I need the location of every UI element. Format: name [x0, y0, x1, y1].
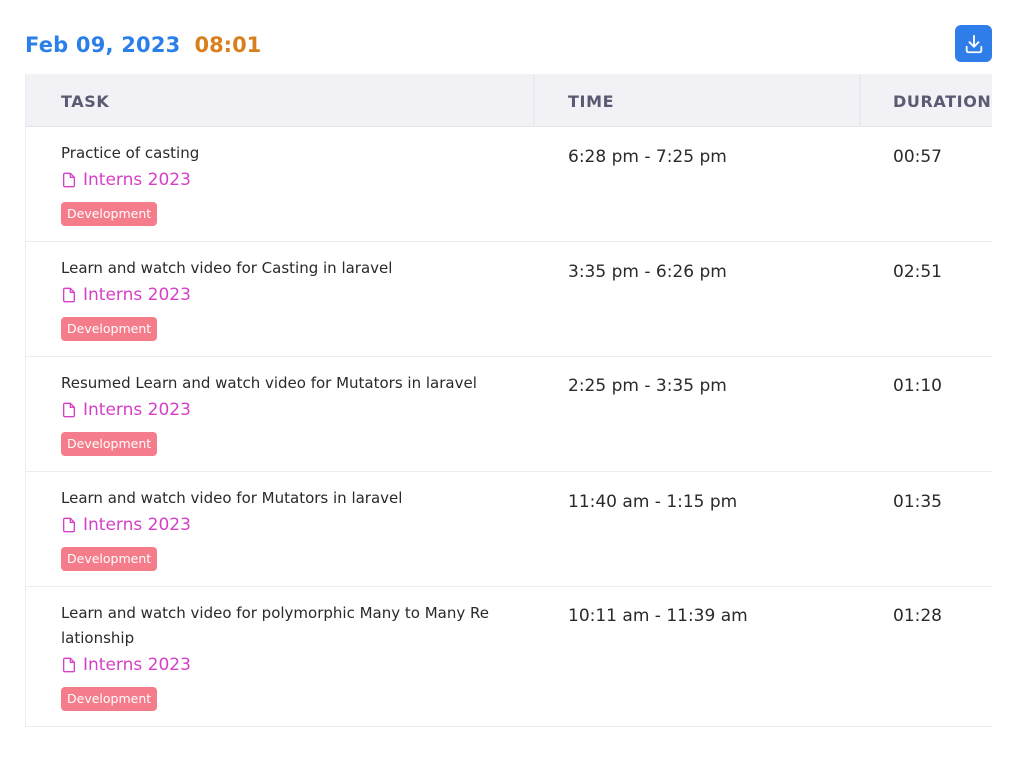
download-button[interactable]: [955, 25, 992, 62]
task-cell: Practice of casting Interns 2023 Developme…: [61, 127, 511, 226]
table-row[interactable]: Practice of casting Interns 2023 Developme…: [26, 127, 992, 242]
project-label: Interns 2023: [83, 170, 191, 190]
time-range: 6:28 pm - 7:25 pm: [568, 147, 727, 167]
project-link[interactable]: Interns 2023: [61, 653, 511, 677]
duration-value: 00:57: [893, 147, 942, 167]
table-body: Practice of casting Interns 2023 Developme…: [26, 127, 992, 727]
column-divider: [533, 74, 535, 127]
download-icon: [963, 33, 985, 55]
project-label: Interns 2023: [83, 655, 191, 675]
task-name: Learn and watch video for Mutators in la…: [61, 489, 403, 507]
column-header-task[interactable]: TASK: [61, 74, 109, 127]
file-icon: [63, 172, 75, 188]
duration-value: 01:28: [893, 606, 942, 626]
duration-value: 02:51: [893, 262, 942, 282]
duration-value: 01:10: [893, 376, 942, 396]
task-cell: Learn and watch video for polymorphic Ma…: [61, 587, 511, 711]
table-row[interactable]: Learn and watch video for polymorphic Ma…: [26, 587, 992, 727]
project-label: Interns 2023: [83, 285, 191, 305]
file-icon: [63, 402, 75, 418]
task-name: Learn and watch video for Casting in lar…: [61, 259, 393, 277]
project-link[interactable]: Interns 2023: [61, 283, 511, 307]
task-cell: Learn and watch video for Mutators in la…: [61, 472, 511, 571]
column-header-duration[interactable]: DURATION: [893, 74, 991, 127]
tasks-table: TASK TIME DURATION Practice of casting In…: [25, 74, 992, 727]
project-link[interactable]: Interns 2023: [61, 168, 511, 192]
column-divider: [859, 74, 861, 127]
time-range: 2:25 pm - 3:35 pm: [568, 376, 727, 396]
category-tag: Development: [61, 547, 158, 571]
timesheet-day-view: Feb 09, 2023 08:01 TASK TIME DURATION Pr…: [0, 0, 1017, 758]
project-link[interactable]: Interns 2023: [61, 513, 511, 537]
project-label: Interns 2023: [83, 400, 191, 420]
category-tag: Development: [61, 687, 158, 711]
category-tag: Development: [61, 317, 158, 341]
table-row[interactable]: Resumed Learn and watch video for Mutato…: [26, 357, 992, 472]
date-label: Feb 09, 2023: [25, 33, 181, 57]
task-name: Resumed Learn and watch video for Mutato…: [61, 374, 477, 392]
task-name: Learn and watch video for polymorphic Ma…: [61, 604, 489, 647]
duration-value: 01:35: [893, 492, 942, 512]
project-label: Interns 2023: [83, 515, 191, 535]
task-cell: Learn and watch video for Casting in lar…: [61, 242, 511, 341]
category-tag: Development: [61, 432, 158, 456]
file-icon: [63, 657, 75, 673]
category-tag: Development: [61, 202, 158, 226]
project-link[interactable]: Interns 2023: [61, 398, 511, 422]
day-header: Feb 09, 2023 08:01: [25, 28, 261, 62]
file-icon: [63, 287, 75, 303]
task-cell: Resumed Learn and watch video for Mutato…: [61, 357, 511, 456]
file-icon: [63, 517, 75, 533]
time-range: 3:35 pm - 6:26 pm: [568, 262, 727, 282]
total-time-label: 08:01: [194, 33, 262, 57]
table-row[interactable]: Learn and watch video for Casting in lar…: [26, 242, 992, 357]
time-range: 11:40 am - 1:15 pm: [568, 492, 738, 512]
column-header-time[interactable]: TIME: [568, 74, 614, 127]
task-name: Practice of casting: [61, 144, 200, 162]
table-header: TASK TIME DURATION: [26, 74, 992, 127]
time-range: 10:11 am - 11:39 am: [568, 606, 748, 626]
table-row[interactable]: Learn and watch video for Mutators in la…: [26, 472, 992, 587]
